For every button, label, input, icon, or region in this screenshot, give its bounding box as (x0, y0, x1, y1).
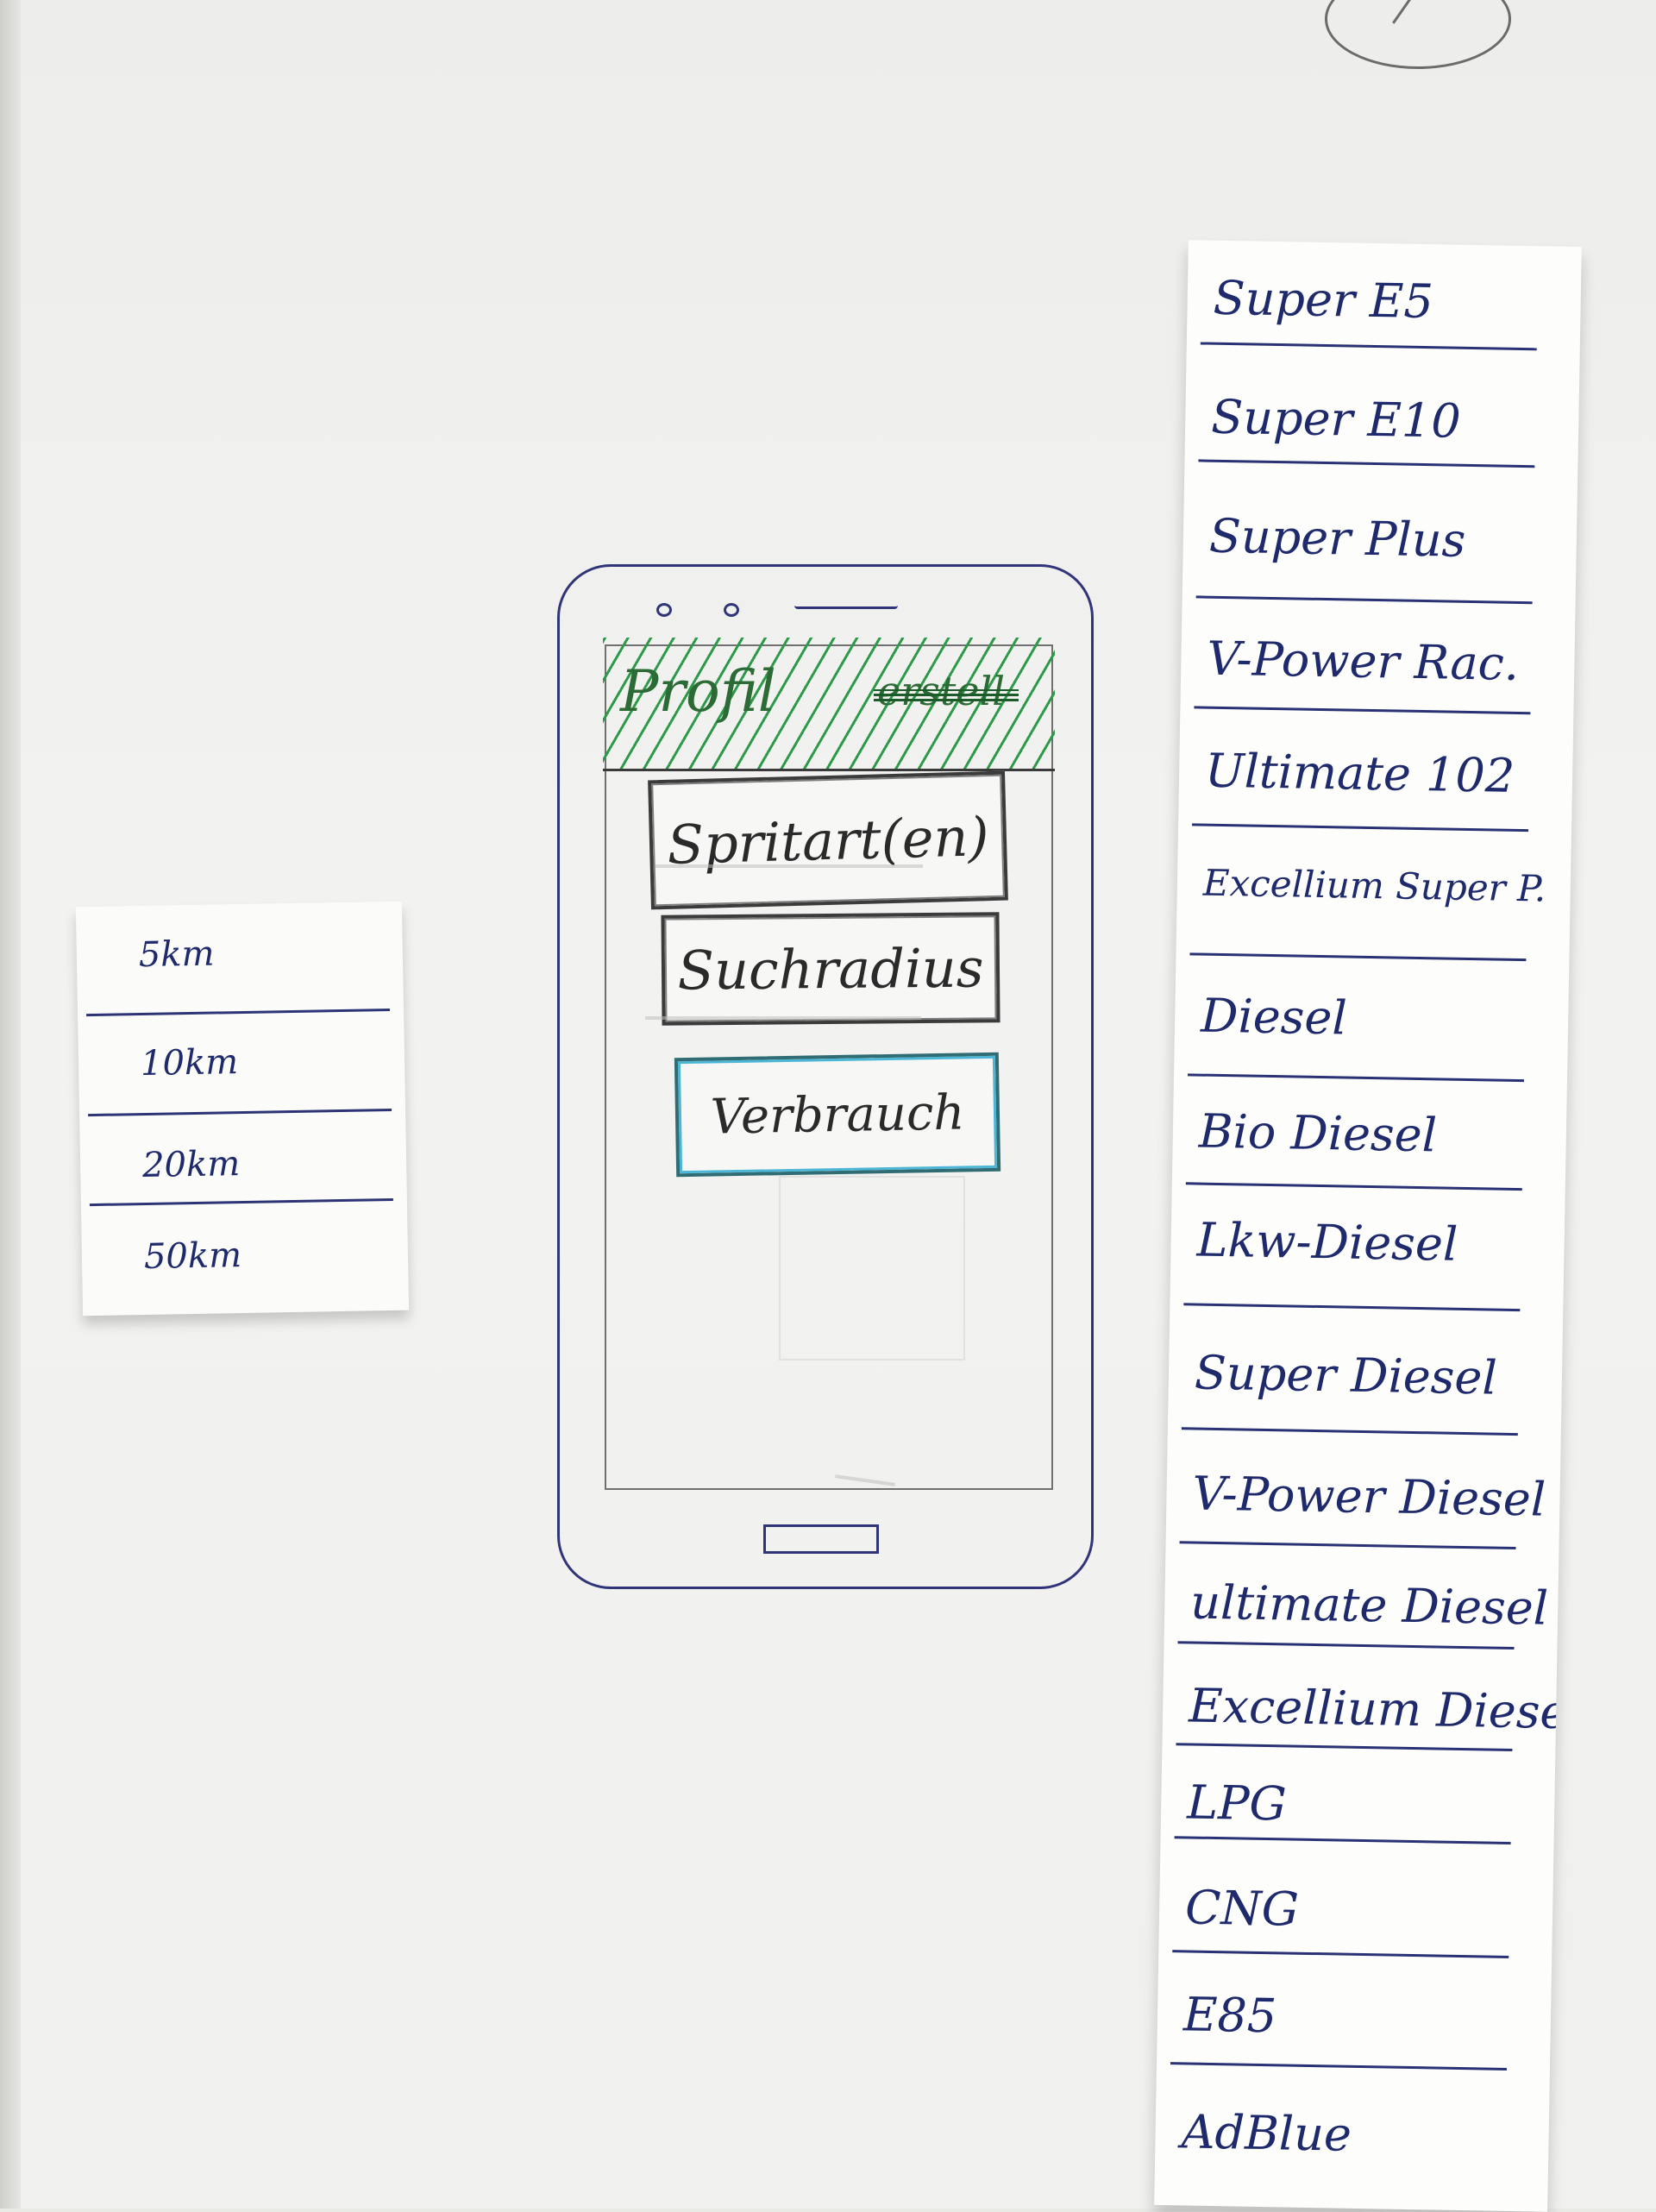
radius-options-note: 5km 10km 20km 50km (75, 901, 410, 1317)
divider-line (1183, 1303, 1521, 1312)
screen-placeholder (779, 1176, 965, 1361)
fuel-option[interactable]: V-Power Diesel (1165, 1436, 1560, 1556)
fuel-option[interactable]: Super Plus (1182, 478, 1578, 599)
consumption-button[interactable]: Verbrauch (674, 1052, 1001, 1178)
radius-option-50km[interactable]: 50km (81, 1203, 409, 1308)
paper-crease (645, 1016, 921, 1020)
phone-mockup: Profil erstell Spritart(en) Suchradius V… (557, 564, 1094, 1589)
fuel-option[interactable]: E85 (1157, 1957, 1552, 2077)
fuel-option[interactable]: AdBlue (1155, 2074, 1550, 2195)
search-radius-button[interactable]: Suchradius (661, 912, 1000, 1026)
fuel-option[interactable]: Lkw-Diesel (1170, 1182, 1565, 1303)
table-edge (0, 0, 21, 2209)
speaker-icon (794, 601, 898, 609)
fuel-option[interactable]: Super Diesel (1168, 1315, 1563, 1436)
radius-option-10km[interactable]: 10km (78, 1010, 405, 1115)
fuel-types-strip: Super E5 Super E10 Super Plus V-Power Ra… (1154, 240, 1582, 2212)
crossed-out-label: erstell (874, 671, 1019, 711)
fuel-option[interactable]: Bio Diesel (1172, 1073, 1567, 1194)
fuel-option[interactable]: Excellium Super P. (1176, 825, 1571, 946)
fuel-type-button[interactable]: Spritart(en) (648, 770, 1008, 910)
home-button[interactable] (763, 1524, 879, 1554)
paper-crease (656, 864, 923, 868)
header-title: Profil (620, 658, 776, 725)
fuel-option[interactable]: V-Power Rac. (1180, 600, 1575, 721)
fuel-option[interactable]: LPG (1160, 1744, 1555, 1865)
sensor-icon (724, 603, 739, 617)
fuel-option[interactable]: Ultimate 102 (1178, 713, 1573, 833)
radius-option-5km[interactable]: 5km (76, 902, 404, 1006)
fuel-option[interactable]: Diesel (1174, 958, 1569, 1078)
camera-icon (656, 603, 672, 617)
